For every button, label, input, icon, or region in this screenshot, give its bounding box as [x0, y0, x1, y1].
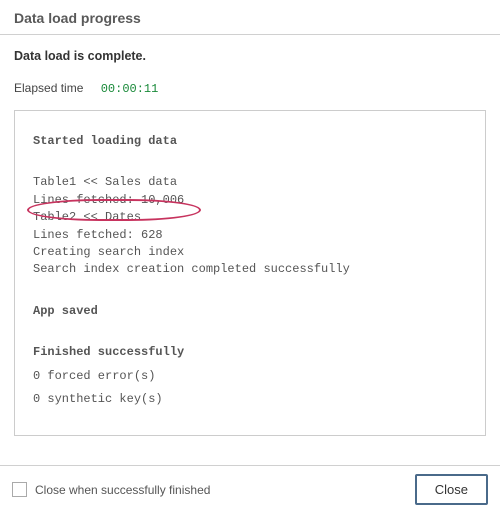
dialog-footer: Close when successfully finished Close: [0, 465, 500, 513]
log-line: Search index creation completed successf…: [33, 261, 467, 278]
close-when-finished-option[interactable]: Close when successfully finished: [12, 482, 210, 497]
checkbox-label: Close when successfully finished: [35, 483, 210, 497]
log-line: Table1 << Sales data: [33, 174, 467, 191]
log-forced-errors: 0 forced error(s): [33, 368, 467, 385]
log-line: Creating search index: [33, 244, 467, 261]
close-button[interactable]: Close: [415, 474, 488, 505]
log-line: Table2 << Dates: [33, 209, 467, 226]
log-line-highlighted: Lines fetched: 10,006: [33, 192, 467, 209]
status-message: Data load is complete.: [0, 35, 500, 63]
dialog-title: Data load progress: [14, 10, 486, 26]
checkbox-icon[interactable]: [12, 482, 27, 497]
log-app-saved-heading: App saved: [33, 303, 467, 320]
load-log: Started loading data Table1 << Sales dat…: [14, 110, 486, 436]
log-finished-heading: Finished successfully: [33, 344, 467, 361]
log-line: Lines fetched: 628: [33, 227, 467, 244]
elapsed-time-label: Elapsed time: [14, 81, 83, 95]
elapsed-time-value: 00:00:11: [101, 82, 159, 96]
dialog-header: Data load progress: [0, 0, 500, 35]
elapsed-time-row: Elapsed time 00:00:11: [0, 63, 500, 110]
log-started-heading: Started loading data: [33, 133, 467, 150]
log-synthetic-keys: 0 synthetic key(s): [33, 391, 467, 408]
